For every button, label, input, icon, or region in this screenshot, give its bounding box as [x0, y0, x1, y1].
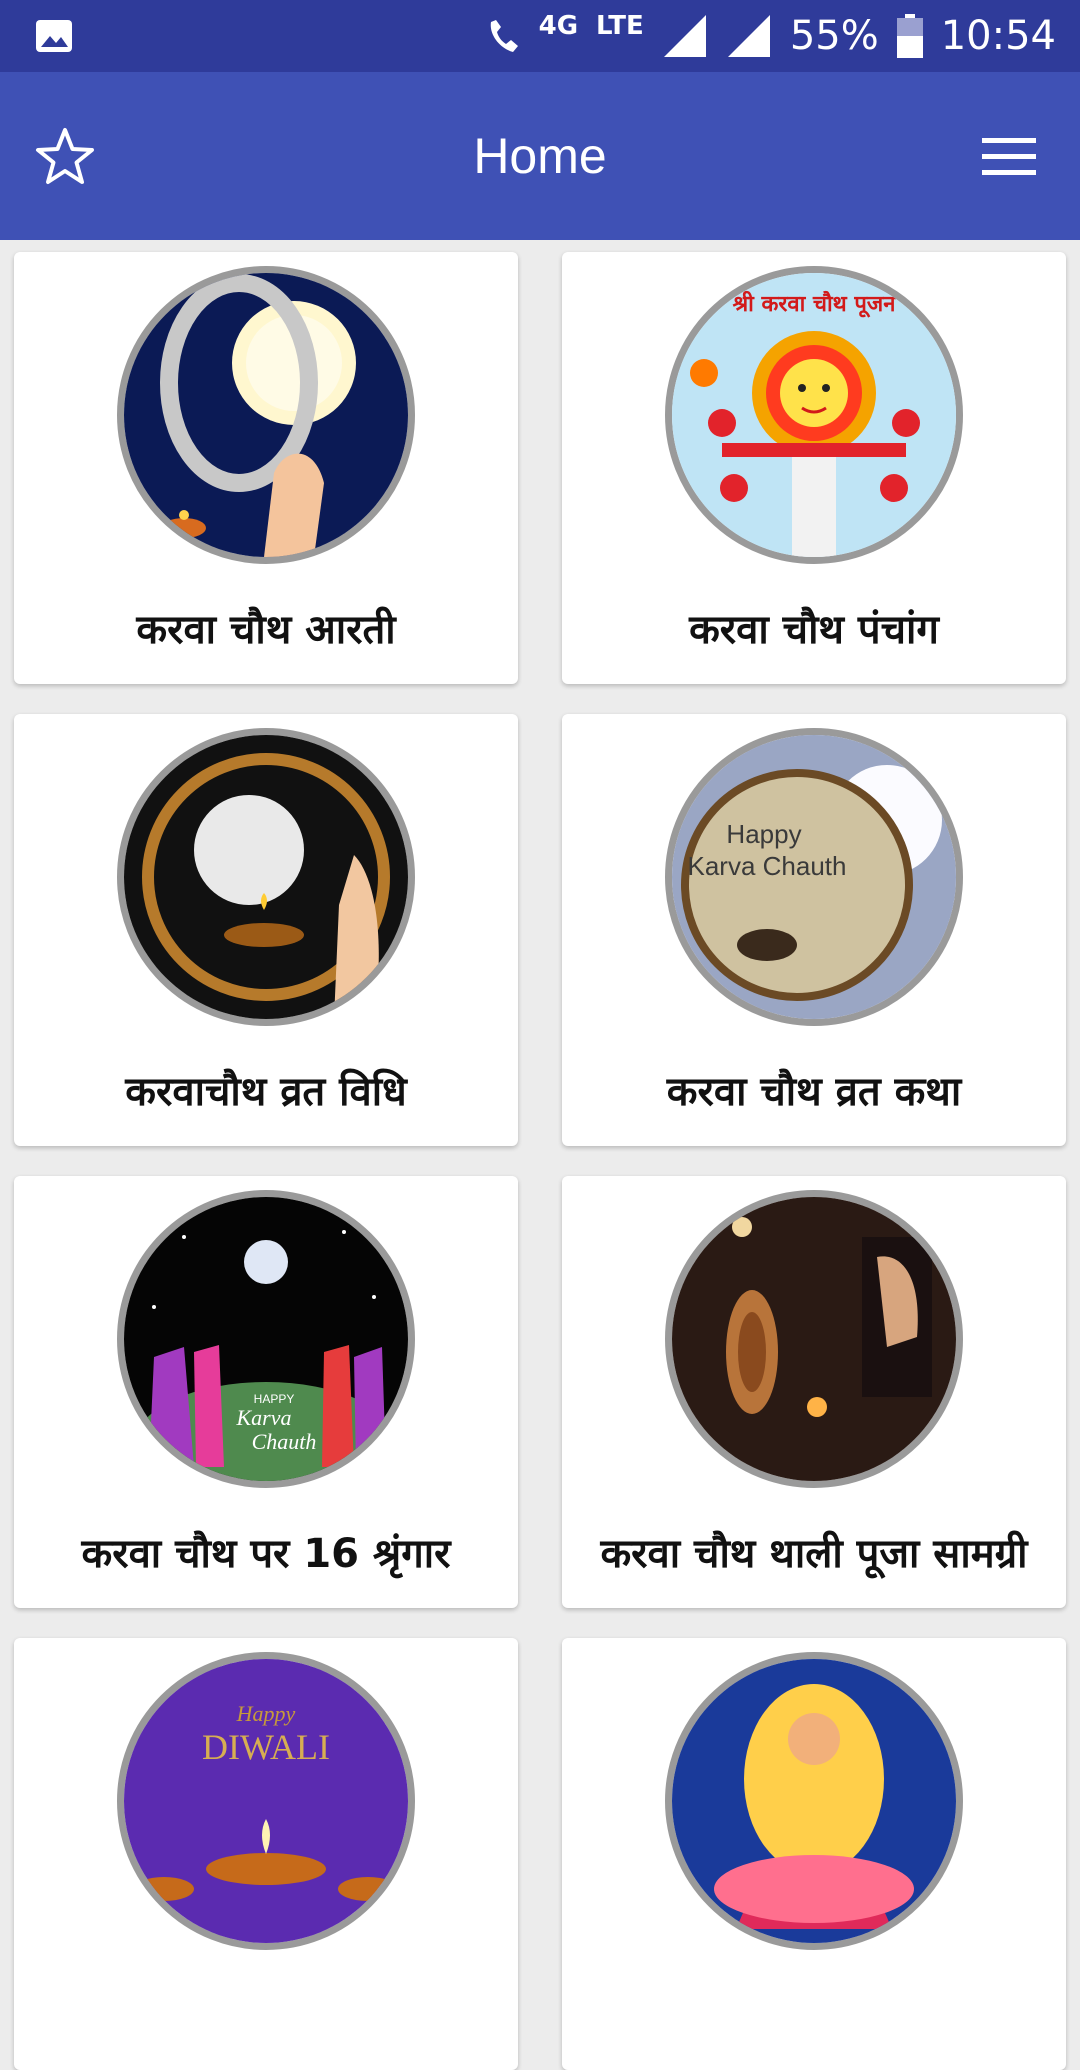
- app-bar: Home: [0, 72, 1080, 240]
- card-image: श्री करवा चौथ पूजन: [665, 266, 963, 564]
- image-text: Chauth: [252, 1429, 317, 1454]
- page-title: Home: [473, 128, 607, 184]
- battery-percent: 55%: [789, 13, 879, 59]
- phone-call-icon: [485, 16, 521, 56]
- card-label: करवा चौथ पंचांग: [689, 607, 939, 653]
- status-bar: 4G LTE 55% 10:54: [0, 0, 1080, 72]
- image-text: Karva Chauth: [688, 851, 847, 881]
- gallery-notification-icon: [34, 16, 74, 56]
- menu-icon[interactable]: [980, 134, 1038, 180]
- card-label: करवाचौथ व्रत विधि: [125, 1069, 407, 1115]
- card-image: [117, 266, 415, 564]
- image-text: Happy: [236, 1701, 296, 1726]
- image-text: Karva: [236, 1405, 292, 1430]
- card-16-shringar[interactable]: HAPPY Karva Chauth करवा चौथ पर 16 श्रृंग…: [14, 1176, 518, 1608]
- card-label: करवा चौथ पर 16 श्रृंगार: [81, 1531, 451, 1577]
- card-vrat-vidhi[interactable]: करवाचौथ व्रत विधि: [14, 714, 518, 1146]
- card-image: HAPPY Karva Chauth: [117, 1190, 415, 1488]
- lte-indicator: LTE: [596, 11, 644, 41]
- image-text: HAPPY: [254, 1392, 295, 1406]
- network-type: 4G: [538, 11, 579, 41]
- card-label: करवा चौथ व्रत कथा: [666, 1069, 962, 1115]
- clock: 10:54: [940, 13, 1056, 59]
- card-image: [665, 1190, 963, 1488]
- battery-icon: [896, 14, 923, 58]
- card-image: [117, 728, 415, 1026]
- card-thali-puja-samagri[interactable]: करवा चौथ थाली पूजा सामग्री: [562, 1176, 1066, 1608]
- image-text: DIWALI: [202, 1727, 330, 1767]
- card-image: [665, 1652, 963, 1950]
- card-diwali[interactable]: Happy DIWALI: [14, 1638, 518, 2070]
- card-aarti[interactable]: करवा चौथ आरती: [14, 252, 518, 684]
- signal-icon: [726, 13, 772, 59]
- card-image: Happy DIWALI: [117, 1652, 415, 1950]
- card-lakshmi[interactable]: [562, 1638, 1066, 2070]
- card-label: करवा चौथ आरती: [136, 607, 396, 653]
- card-vrat-katha[interactable]: Happy Karva Chauth करवा चौथ व्रत कथा: [562, 714, 1066, 1146]
- signal-icon: [662, 13, 708, 59]
- image-text: श्री करवा चौथ पूजन: [733, 290, 897, 318]
- card-image: Happy Karva Chauth: [665, 728, 963, 1026]
- image-text: Happy: [726, 819, 801, 849]
- card-label: करवा चौथ थाली पूजा सामग्री: [600, 1531, 1028, 1577]
- card-panchang[interactable]: श्री करवा चौथ पूजन करवा चौथ पंचांग: [562, 252, 1066, 684]
